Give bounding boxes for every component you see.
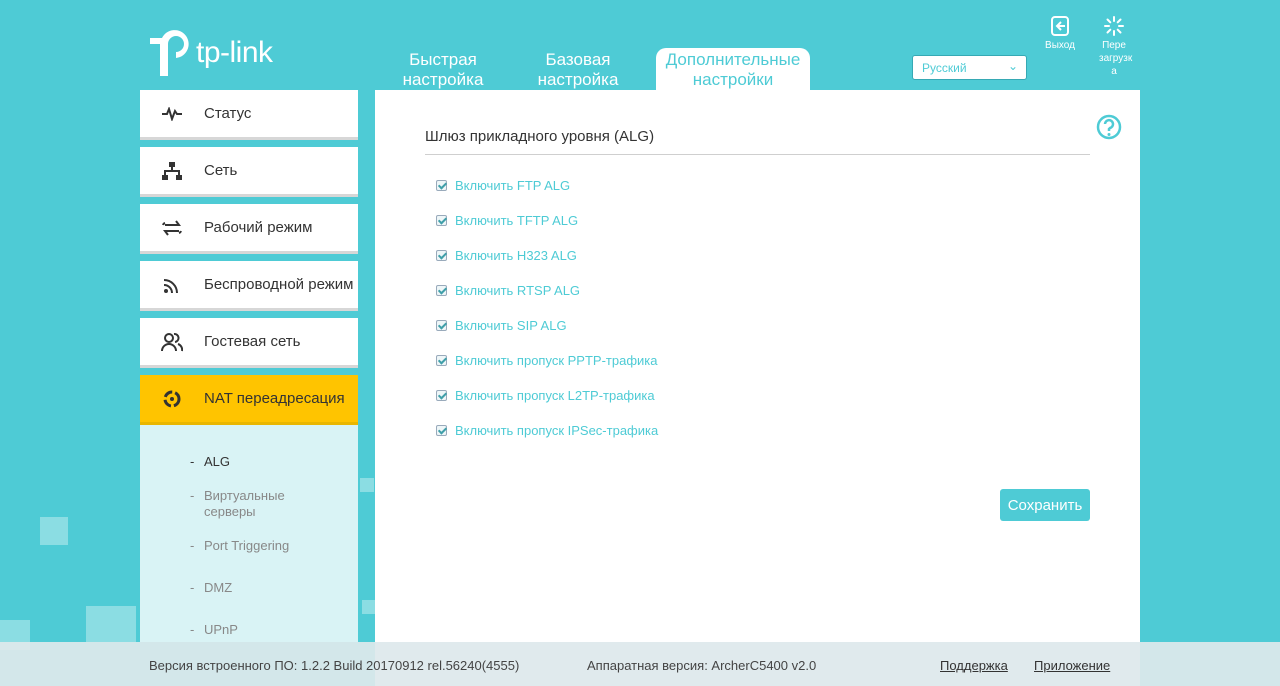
submenu-item-virtual-servers[interactable]: - Виртуальные серверы xyxy=(190,488,300,520)
submenu-item-port-triggering[interactable]: - Port Triggering xyxy=(190,538,289,554)
option-sip-alg[interactable]: Включить SIP ALG xyxy=(436,318,567,333)
submenu-item-label: UPnP xyxy=(204,622,238,637)
submenu-item-dmz[interactable]: - DMZ xyxy=(190,580,232,596)
checkbox[interactable] xyxy=(436,215,447,226)
checkbox[interactable] xyxy=(436,250,447,261)
sidebar-item-network[interactable]: Сеть xyxy=(140,147,358,197)
swap-arrows-icon xyxy=(140,219,204,237)
option-tftp-alg[interactable]: Включить TFTP ALG xyxy=(436,213,578,228)
sidebar-item-wireless[interactable]: Беспроводной режим xyxy=(140,261,358,311)
submenu-item-label: DMZ xyxy=(204,580,233,595)
option-ftp-alg[interactable]: Включить FTP ALG xyxy=(436,178,570,193)
submenu-item-alg[interactable]: - ALG xyxy=(190,454,230,470)
brand-logo: tp-link xyxy=(140,28,273,78)
option-label: Включить пропуск IPSec-трафика xyxy=(455,423,659,438)
option-label: Включить H323 ALG xyxy=(455,248,577,263)
save-button[interactable]: Сохранить xyxy=(1000,489,1090,521)
submenu-item-upnp[interactable]: - UPnP xyxy=(190,622,238,638)
help-button[interactable] xyxy=(1096,114,1122,145)
section-title: Шлюз прикладного уровня (ALG) xyxy=(425,128,1090,155)
nat-submenu: - ALG - Виртуальные серверы - Port Trigg… xyxy=(140,425,358,642)
pulse-icon xyxy=(140,106,204,121)
decor-square xyxy=(360,478,374,492)
firmware-version: Версия встроенного ПО: 1.2.2 Build 20170… xyxy=(149,658,520,673)
logout-button[interactable]: Выход xyxy=(1040,15,1080,52)
option-label: Включить FTP ALG xyxy=(455,178,571,193)
sidebar-item-label: Сеть xyxy=(204,161,238,179)
submenu-item-label: Виртуальные серверы xyxy=(204,488,285,519)
support-link[interactable]: Поддержка xyxy=(940,658,1008,673)
decor-square xyxy=(40,517,68,545)
hardware-version: Аппаратная версия: ArcherC5400 v2.0 xyxy=(587,658,817,673)
checkbox[interactable] xyxy=(436,425,447,436)
option-l2tp-passthrough[interactable]: Включить пропуск L2TP-трафика xyxy=(436,388,655,403)
sidebar-item-operation-mode[interactable]: Рабочий режим xyxy=(140,204,358,254)
tab-basic[interactable]: Базовая настройка xyxy=(519,48,637,90)
option-ipsec-passthrough[interactable]: Включить пропуск IPSec-трафика xyxy=(436,423,658,438)
reboot-button[interactable]: Пере загрузк а xyxy=(1092,15,1136,78)
option-label: Включить TFTP ALG xyxy=(455,213,579,228)
option-label: Включить пропуск PPTP-трафика xyxy=(455,353,658,368)
nat-forwarding-icon xyxy=(140,389,204,409)
logout-label: Выход xyxy=(1045,40,1075,51)
help-icon xyxy=(1096,114,1122,140)
chevron-down-icon: ⌄ xyxy=(1007,59,1018,73)
checkbox[interactable] xyxy=(436,320,447,331)
sidebar: Статус Сеть Рабочий режим Беспроводной р… xyxy=(140,90,358,642)
tab-quick-setup[interactable]: Быстрая настройка xyxy=(386,48,500,90)
option-label: Включить пропуск L2TP-трафика xyxy=(455,388,655,403)
decor-square xyxy=(362,600,376,614)
checkbox[interactable] xyxy=(436,180,447,191)
option-label: Включить RTSP ALG xyxy=(455,283,581,298)
option-pptp-passthrough[interactable]: Включить пропуск PPTP-трафика xyxy=(436,353,657,368)
main-panel: Шлюз прикладного уровня (ALG) Включить F… xyxy=(375,90,1140,686)
reboot-label: Пере загрузк а xyxy=(1099,40,1133,77)
sidebar-item-label: Беспроводной режим xyxy=(204,275,354,293)
decor-square xyxy=(86,606,136,642)
option-label: Включить SIP ALG xyxy=(455,318,567,333)
sidebar-item-label: Рабочий режим xyxy=(204,218,313,236)
checkbox[interactable] xyxy=(436,390,447,401)
sidebar-item-status[interactable]: Статус xyxy=(140,90,358,140)
option-h323-alg[interactable]: Включить H323 ALG xyxy=(436,248,577,263)
sidebar-item-label: NAT переадресация xyxy=(204,389,345,407)
option-rtsp-alg[interactable]: Включить RTSP ALG xyxy=(436,283,580,298)
network-icon xyxy=(140,161,204,180)
language-select[interactable]: Русский ⌄ xyxy=(912,55,1027,80)
checkbox[interactable] xyxy=(436,355,447,366)
sidebar-item-nat-forwarding[interactable]: NAT переадресация xyxy=(140,375,358,425)
users-icon xyxy=(140,332,204,352)
logo-text: tp-link xyxy=(196,36,273,69)
app-link[interactable]: Приложение xyxy=(1034,658,1110,673)
tab-advanced[interactable]: Дополнительные настройки xyxy=(656,48,810,90)
tp-link-logo-icon xyxy=(150,30,189,76)
language-value: Русский xyxy=(922,61,967,75)
sidebar-item-label: Гостевая сеть xyxy=(204,332,301,350)
submenu-item-label: Port Triggering xyxy=(204,538,290,553)
top-navigation: Быстрая настройка Базовая настройка Допо… xyxy=(386,48,829,90)
wireless-icon xyxy=(140,276,204,294)
footer: Версия встроенного ПО: 1.2.2 Build 20170… xyxy=(0,642,1280,686)
reboot-icon xyxy=(1104,16,1124,36)
checkbox[interactable] xyxy=(436,285,447,296)
logout-icon xyxy=(1051,16,1069,36)
submenu-item-label: ALG xyxy=(204,454,231,469)
sidebar-item-guest-network[interactable]: Гостевая сеть xyxy=(140,318,358,368)
sidebar-item-label: Статус xyxy=(204,104,252,122)
